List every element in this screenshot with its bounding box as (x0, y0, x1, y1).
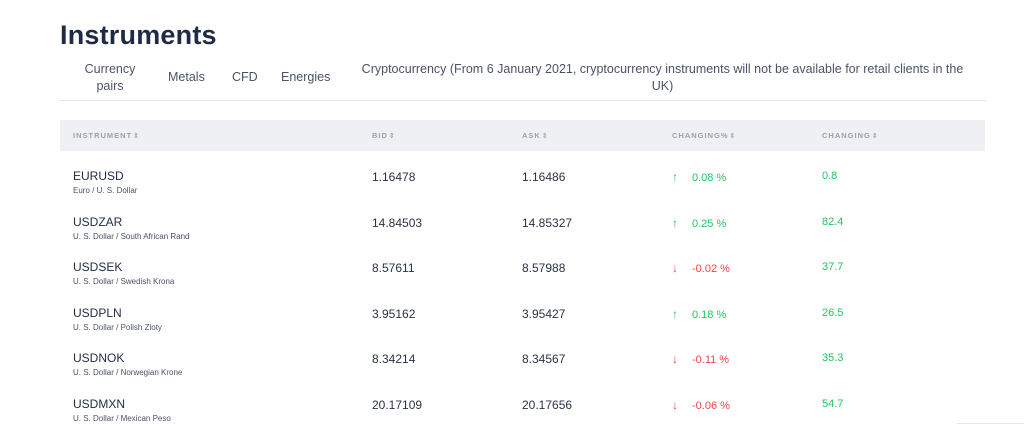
sort-icon: ⇕ (541, 133, 549, 140)
changing-percent-value: -0.06 % (692, 399, 730, 412)
changing-percent-value: -0.11 % (692, 354, 730, 366)
instrument-symbol: USDSEK (73, 260, 123, 274)
changing-percent-value: 0.08 % (692, 172, 727, 184)
column-header-changing[interactable]: CHANGING⇕ (822, 131, 879, 140)
changing-value: 82.4 (822, 215, 844, 228)
changing-percent: ↑ 0.08 % (672, 170, 726, 184)
changing-percent: ↓ -0.06 % (672, 398, 730, 412)
column-header-label: BID (372, 131, 388, 140)
ask-value: 3.95427 (522, 306, 566, 321)
instrument-name: Euro / U. S. Dollar (73, 186, 138, 195)
tab-cfd[interactable]: CFD (232, 69, 258, 86)
arrow-down-icon: ↓ (672, 261, 678, 275)
changing-value: 0.8 (822, 170, 838, 182)
arrow-down-icon: ↓ (672, 397, 678, 412)
instrument-name: U. S. Dollar / Polish Zloty (73, 322, 162, 332)
ask-value: 20.17656 (522, 397, 573, 412)
tab-currency-pairs[interactable]: Currency pairs (78, 61, 142, 95)
instrument-name: U. S. Dollar / Mexican Peso (73, 413, 171, 423)
instrument-name: U. S. Dollar / South African Rand (73, 231, 190, 241)
sort-icon: ⇕ (133, 133, 141, 140)
instrument-symbol: USDMXN (73, 396, 126, 411)
ask-value: 14.85327 (522, 215, 573, 230)
changing-value: 35.3 (822, 352, 844, 364)
column-header-instrument[interactable]: INSTRUMENT⇕ (73, 131, 140, 140)
changing-percent-value: 0.25 % (692, 217, 727, 230)
table-row[interactable]: USDMXN U. S. Dollar / Mexican Peso 20.17… (60, 379, 985, 425)
instrument-symbol: EURUSD (73, 169, 124, 183)
instrument-symbol: USDZAR (73, 214, 123, 229)
arrow-down-icon: ↓ (672, 352, 678, 366)
changing-value: 54.7 (822, 397, 844, 410)
instrument-symbol: USDNOK (73, 351, 125, 365)
table-row[interactable]: USDNOK U. S. Dollar / Norwegian Krone 8.… (60, 333, 985, 379)
changing-value: 26.5 (822, 306, 844, 319)
column-header-changing-percent[interactable]: CHANGING%⇕ (672, 131, 736, 140)
bid-value: 8.34214 (372, 352, 416, 366)
arrow-up-icon: ↑ (672, 306, 678, 321)
arrow-up-icon: ↑ (672, 215, 678, 230)
column-header-bid[interactable]: BID⇕ (372, 131, 396, 140)
instrument-symbol: USDPLN (73, 305, 122, 320)
divider (957, 423, 1024, 424)
column-header-label: CHANGING% (672, 131, 729, 140)
tab-cryptocurrency[interactable]: Cryptocurrency (From 6 January 2021, cry… (350, 61, 975, 95)
changing-percent: ↑ 0.18 % (672, 307, 726, 321)
column-header-ask[interactable]: ASK⇕ (522, 131, 549, 140)
ask-value: 8.34567 (522, 352, 566, 366)
table-row[interactable]: USDPLN U. S. Dollar / Polish Zloty 3.951… (60, 288, 985, 334)
changing-percent-value: 0.18 % (692, 308, 727, 321)
ask-value: 1.16486 (522, 170, 566, 184)
bid-value: 3.95162 (372, 306, 416, 321)
changing-percent: ↑ 0.25 % (672, 216, 726, 230)
table-header: INSTRUMENT⇕ BID⇕ ASK⇕ CHANGING%⇕ CHANGIN… (60, 120, 985, 151)
instrument-name: U. S. Dollar / Swedish Krona (73, 277, 175, 286)
instrument-tabs: Currency pairs Metals CFD Energies Crypt… (60, 58, 986, 101)
tab-energies[interactable]: Energies (281, 69, 330, 86)
changing-percent: ↓ -0.11 % (672, 352, 729, 366)
column-header-label: ASK (522, 131, 541, 140)
sort-icon: ⇕ (729, 133, 737, 140)
column-header-label: INSTRUMENT (73, 131, 133, 140)
bid-value: 8.57611 (372, 261, 415, 275)
instruments-table-body: EURUSD Euro / U. S. Dollar 1.16478 1.164… (60, 151, 985, 424)
sort-icon: ⇕ (871, 133, 879, 140)
page-title: Instruments (60, 20, 217, 50)
column-header-label: CHANGING (822, 131, 871, 140)
changing-value: 37.7 (822, 261, 844, 273)
bid-value: 20.17109 (372, 397, 423, 412)
changing-percent: ↓ -0.02 % (672, 261, 730, 275)
bid-value: 14.84503 (372, 215, 423, 230)
table-row[interactable]: USDSEK U. S. Dollar / Swedish Krona 8.57… (60, 242, 985, 288)
instrument-name: U. S. Dollar / Norwegian Krone (73, 368, 183, 377)
bid-value: 1.16478 (372, 170, 416, 184)
table-row[interactable]: USDZAR U. S. Dollar / South African Rand… (60, 197, 985, 243)
ask-value: 8.57988 (522, 261, 566, 275)
arrow-up-icon: ↑ (672, 170, 678, 184)
tab-metals[interactable]: Metals (168, 69, 205, 86)
sort-icon: ⇕ (388, 133, 396, 140)
changing-percent-value: -0.02 % (692, 263, 730, 275)
table-row[interactable]: EURUSD Euro / U. S. Dollar 1.16478 1.164… (60, 151, 985, 197)
